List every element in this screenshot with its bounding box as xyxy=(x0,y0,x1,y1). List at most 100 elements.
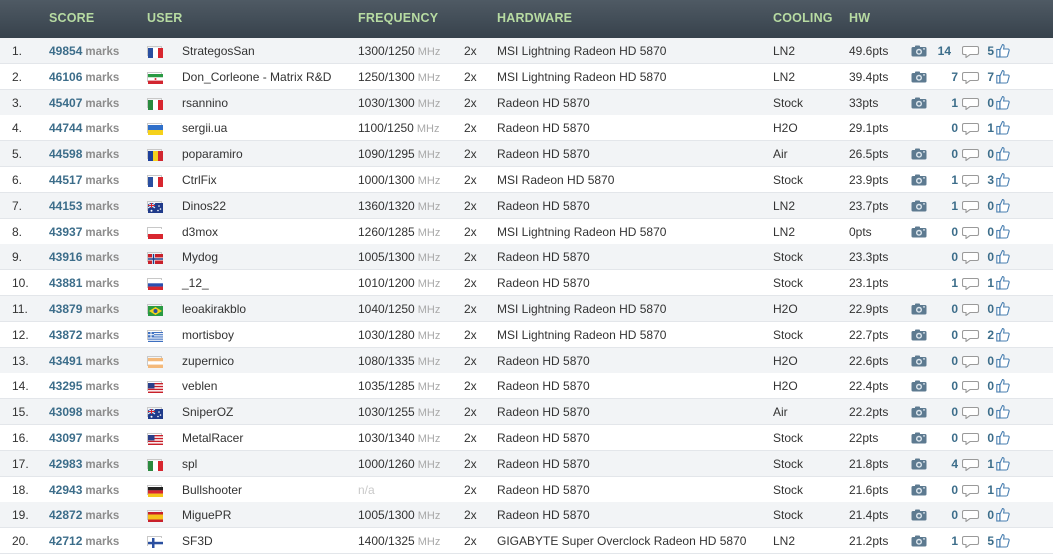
camera-icon[interactable] xyxy=(911,509,927,521)
comment-count[interactable]: 0 xyxy=(944,121,958,135)
username-link[interactable]: poparamiro xyxy=(182,147,243,161)
camera-icon[interactable] xyxy=(911,406,927,418)
comment-bubble-icon[interactable] xyxy=(961,174,980,188)
thumbs-up-icon[interactable] xyxy=(996,404,1010,419)
thumbs-up-icon[interactable] xyxy=(996,69,1010,84)
score[interactable]: 43937 marks xyxy=(49,225,119,239)
score[interactable]: 44598 marks xyxy=(49,147,119,161)
hardware-link[interactable]: Radeon HD 5870 xyxy=(497,457,590,471)
table-row[interactable]: 10. 43881 marks _12_ 1010/1200 MHz 2x Radeon HD… xyxy=(0,270,1053,297)
table-row[interactable]: 3. 45407 marks rsannino 1030/1300 MHz 2x Radeon… xyxy=(0,89,1053,116)
like-count[interactable]: 0 xyxy=(980,379,994,393)
table-row[interactable]: 6. 44517 marks CtrlFix 1000/1300 MHz 2x MSI Rad… xyxy=(0,167,1053,193)
score[interactable]: 43097 marks xyxy=(49,431,119,445)
hardware-link[interactable]: MSI Lightning Radeon HD 5870 xyxy=(497,302,666,316)
comment-bubble-icon[interactable] xyxy=(961,432,980,446)
table-row[interactable]: 7. 44153 marks Dinos22 1360/1320 MHz 2x Radeon … xyxy=(0,192,1053,219)
comment-count[interactable]: 0 xyxy=(944,508,958,522)
hardware-link[interactable]: Radeon HD 5870 xyxy=(497,508,590,522)
score[interactable]: 43098 marks xyxy=(49,405,119,419)
hardware-link[interactable]: MSI Radeon HD 5870 xyxy=(497,173,614,187)
thumbs-up-icon[interactable] xyxy=(996,507,1010,522)
camera-icon[interactable] xyxy=(911,45,927,57)
score[interactable]: 43916 marks xyxy=(49,250,119,264)
table-row[interactable]: 17. 42983 marks spl 1000/1260 MHz 2x Radeon HD … xyxy=(0,450,1053,477)
score-value[interactable]: 43491 xyxy=(49,354,82,368)
camera-icon[interactable] xyxy=(911,484,927,496)
thumbs-up-icon[interactable] xyxy=(996,249,1010,264)
hardware-link[interactable]: Radeon HD 5870 xyxy=(497,121,590,135)
table-row[interactable]: 19. 42872 marks MiguePR 1005/1300 MHz 2x Radeon… xyxy=(0,502,1053,529)
score-value[interactable]: 43937 xyxy=(49,225,82,239)
camera-icon[interactable] xyxy=(911,303,927,315)
score[interactable]: 44517 marks xyxy=(49,173,119,187)
comment-bubble-icon[interactable] xyxy=(961,200,980,214)
comment-count[interactable]: 1 xyxy=(944,173,958,187)
comment-count[interactable]: 1 xyxy=(944,199,958,213)
header-score[interactable]: SCORE xyxy=(49,11,94,25)
username-link[interactable]: rsannino xyxy=(182,96,228,110)
score-value[interactable]: 43916 xyxy=(49,250,82,264)
camera-icon[interactable] xyxy=(911,226,927,238)
camera-icon[interactable] xyxy=(911,200,927,212)
score-value[interactable]: 42872 xyxy=(49,508,82,522)
header-hardware[interactable]: HARDWARE xyxy=(497,11,572,25)
comment-count[interactable]: 0 xyxy=(944,483,958,497)
username-link[interactable]: Don_Corleone - Matrix R&D xyxy=(182,70,331,84)
table-row[interactable]: 2. 46106 marks Don_Corleone - Matrix R&D 125… xyxy=(0,63,1053,90)
comment-count[interactable]: 4 xyxy=(944,457,958,471)
hardware-link[interactable]: GIGABYTE Super Overclock Radeon HD 5870 xyxy=(497,534,746,548)
hardware-link[interactable]: Radeon HD 5870 xyxy=(497,96,590,110)
hardware-link[interactable]: Radeon HD 5870 xyxy=(497,250,590,264)
thumbs-up-icon[interactable] xyxy=(996,146,1010,161)
thumbs-up-icon[interactable] xyxy=(996,198,1010,213)
thumbs-up-icon[interactable] xyxy=(996,120,1010,135)
comment-count[interactable]: 1 xyxy=(944,534,958,548)
score-value[interactable]: 43879 xyxy=(49,302,82,316)
username-link[interactable]: leoakirakblo xyxy=(182,302,246,316)
hardware-link[interactable]: Radeon HD 5870 xyxy=(497,431,590,445)
camera-icon[interactable] xyxy=(911,71,927,83)
username-link[interactable]: spl xyxy=(182,457,197,471)
like-count[interactable]: 1 xyxy=(980,276,994,290)
like-count[interactable]: 0 xyxy=(980,96,994,110)
thumbs-up-icon[interactable] xyxy=(996,482,1010,497)
comment-count[interactable]: 0 xyxy=(944,405,958,419)
comment-count[interactable]: 0 xyxy=(944,302,958,316)
comment-bubble-icon[interactable] xyxy=(961,251,980,265)
username-link[interactable]: Mydog xyxy=(182,250,218,264)
thumbs-up-icon[interactable] xyxy=(996,275,1010,290)
hardware-link[interactable]: Radeon HD 5870 xyxy=(497,199,590,213)
comment-bubble-icon[interactable] xyxy=(961,535,980,549)
header-cooling[interactable]: COOLING xyxy=(773,11,833,25)
comment-bubble-icon[interactable] xyxy=(961,303,980,317)
score-value[interactable]: 49854 xyxy=(49,44,82,58)
comment-bubble-icon[interactable] xyxy=(961,329,980,343)
thumbs-up-icon[interactable] xyxy=(996,43,1010,58)
score[interactable]: 46106 marks xyxy=(49,70,119,84)
username-link[interactable]: _12_ xyxy=(182,276,209,290)
score[interactable]: 43872 marks xyxy=(49,328,119,342)
score-value[interactable]: 43097 xyxy=(49,431,82,445)
thumbs-up-icon[interactable] xyxy=(996,353,1010,368)
table-row[interactable]: 15. 43098 marks SniperOZ 1030/1255 MHz 2x Radeo… xyxy=(0,399,1053,426)
thumbs-up-icon[interactable] xyxy=(996,224,1010,239)
header-frequency[interactable]: FREQUENCY xyxy=(358,11,438,25)
like-count[interactable]: 2 xyxy=(980,328,994,342)
score[interactable]: 42983 marks xyxy=(49,457,119,471)
score[interactable]: 42712 marks xyxy=(49,534,119,548)
score[interactable]: 43295 marks xyxy=(49,379,119,393)
comment-bubble-icon[interactable] xyxy=(961,355,980,369)
score-value[interactable]: 42712 xyxy=(49,534,82,548)
comment-count[interactable]: 0 xyxy=(944,225,958,239)
comment-bubble-icon[interactable] xyxy=(961,509,980,523)
score-value[interactable]: 45407 xyxy=(49,96,82,110)
like-count[interactable]: 0 xyxy=(980,302,994,316)
username-link[interactable]: d3mox xyxy=(182,225,218,239)
like-count[interactable]: 3 xyxy=(980,173,994,187)
hardware-link[interactable]: MSI Lightning Radeon HD 5870 xyxy=(497,225,666,239)
like-count[interactable]: 0 xyxy=(980,354,994,368)
comment-bubble-icon[interactable] xyxy=(961,71,980,85)
camera-icon[interactable] xyxy=(911,97,927,109)
comment-bubble-icon[interactable] xyxy=(961,458,980,472)
